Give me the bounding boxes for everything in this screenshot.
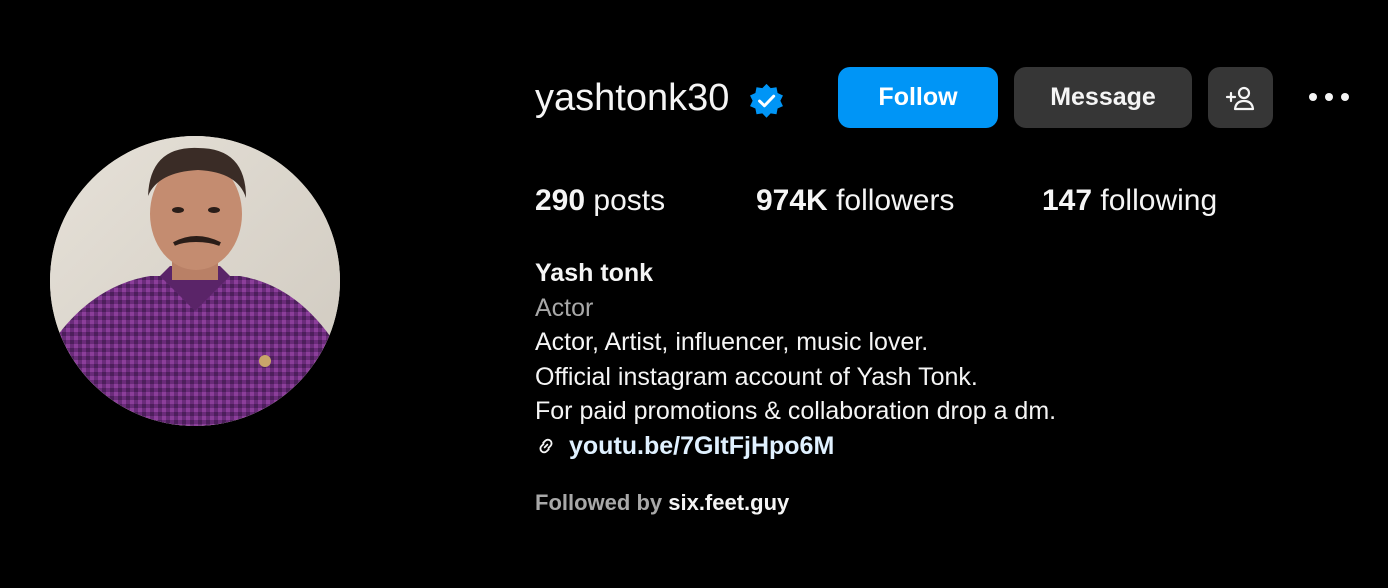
- message-button[interactable]: Message: [1014, 67, 1192, 128]
- posts-label: posts: [593, 184, 666, 217]
- followers-label: followers: [836, 184, 955, 217]
- followers-count: 974K: [756, 184, 828, 217]
- following-label: following: [1100, 184, 1218, 217]
- person-plus-icon: [1225, 86, 1255, 111]
- bio-line: Actor, Artist, influencer, music lover.: [535, 328, 929, 356]
- bio-category: Actor: [535, 293, 594, 322]
- profile-bio: Yash tonk Actor Actor, Artist, influence…: [535, 256, 1355, 463]
- stat-posts: 290 posts: [535, 183, 665, 219]
- avatar[interactable]: [50, 136, 340, 426]
- following-count: 147: [1042, 184, 1093, 217]
- ellipsis-icon[interactable]: [1305, 82, 1353, 112]
- followed-by[interactable]: Followed by six.feet.guy: [535, 489, 789, 517]
- follow-button[interactable]: Follow: [838, 67, 998, 128]
- posts-count: 290: [535, 184, 586, 217]
- link-icon: [539, 438, 553, 453]
- bio-line: For paid promotions & collaboration drop…: [535, 397, 1057, 425]
- followed-by-user[interactable]: six.feet.guy: [668, 490, 789, 515]
- bio-link[interactable]: youtu.be/7GItFjHpo6M: [535, 429, 1355, 464]
- followed-by-prefix: Followed by: [535, 490, 669, 515]
- suggest-user-button[interactable]: [1208, 67, 1273, 128]
- stat-followers[interactable]: 974K followers: [756, 183, 954, 219]
- profile-username: yashtonk30: [535, 77, 730, 119]
- verified-badge-icon: [750, 83, 783, 118]
- bio-name: Yash tonk: [535, 259, 654, 287]
- avatar-image: [50, 136, 340, 426]
- stat-following[interactable]: 147 following: [1042, 183, 1217, 219]
- bio-line: Official instagram account of Yash Tonk.: [535, 362, 978, 391]
- bio-link-text[interactable]: youtu.be/7GItFjHpo6M: [569, 432, 834, 460]
